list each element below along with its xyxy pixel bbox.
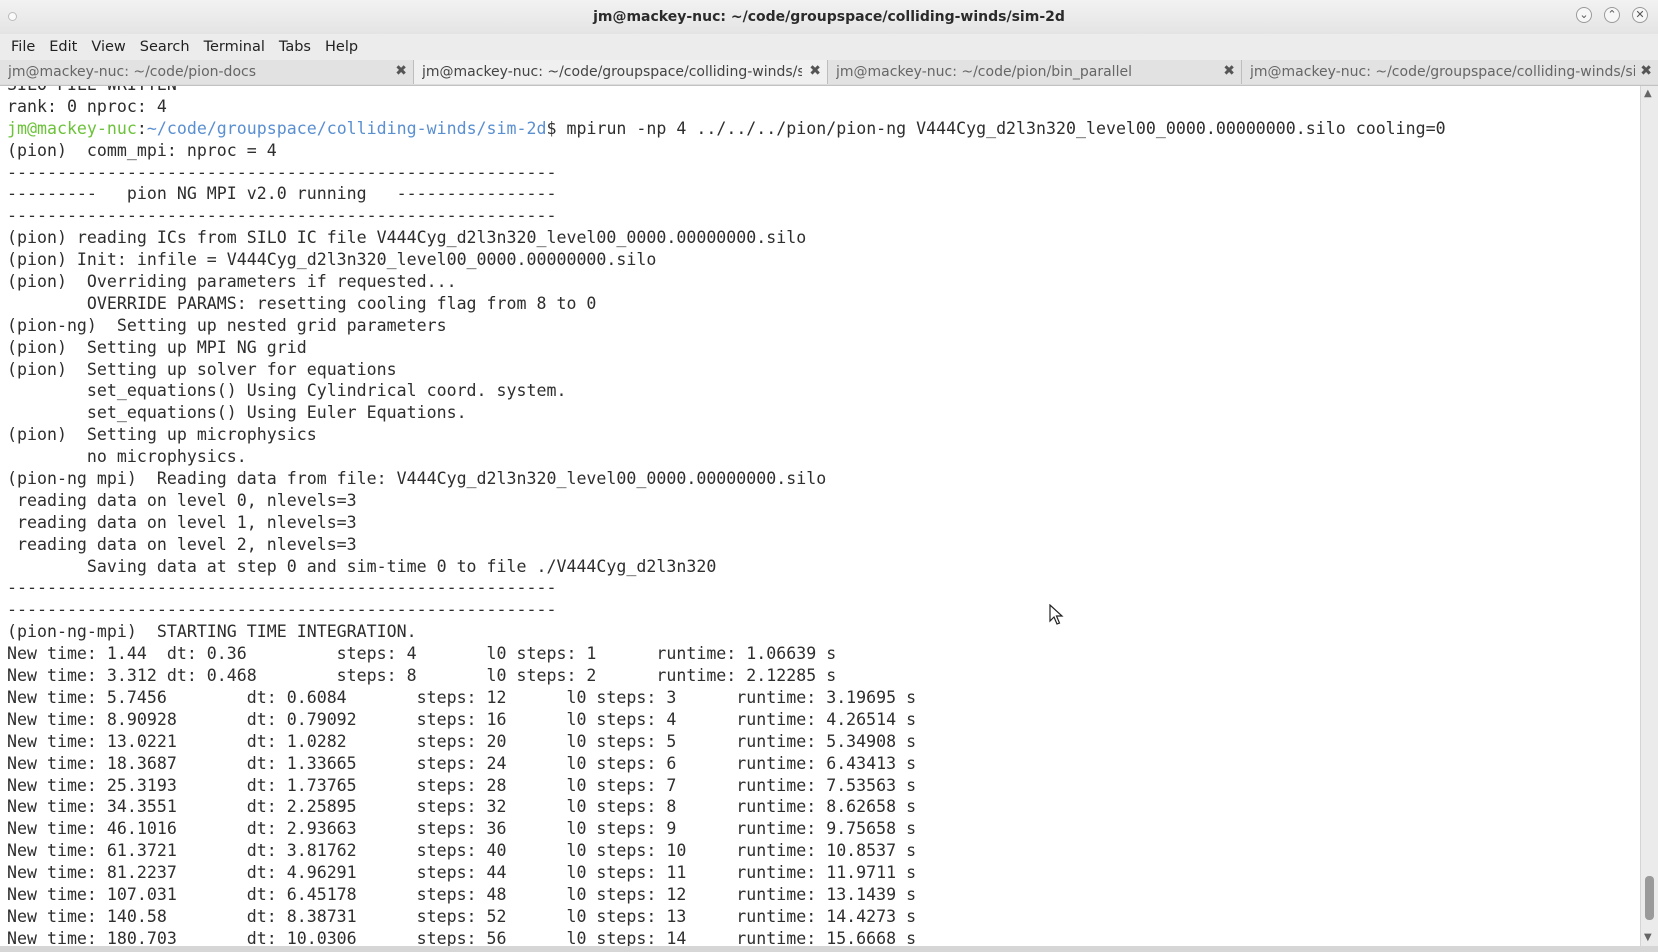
terminal-line: New time: 180.703 dt: 10.0306 steps: 56 … bbox=[7, 928, 917, 946]
prompt-user: jm@mackey-nuc bbox=[7, 118, 137, 138]
terminal-line: New time: 25.3193 dt: 1.73765 steps: 28 … bbox=[7, 775, 917, 795]
minimize-icon[interactable]: ⌄ bbox=[1576, 7, 1592, 23]
tab-label: jm@mackey-nuc: ~/code/pion-docs bbox=[8, 64, 257, 80]
terminal-line: New time: 61.3721 dt: 3.81762 steps: 40 … bbox=[7, 841, 917, 861]
scroll-up-icon[interactable]: ▲ bbox=[1644, 88, 1652, 99]
tab-sim-2d[interactable]: jm@mackey-nuc: ~/code/groupspace/collidi… bbox=[414, 60, 828, 84]
terminal-line: New time: 8.90928 dt: 0.79092 steps: 16 … bbox=[7, 709, 917, 729]
terminal-line: New time: 1.44 dt: 0.36 steps: 4 l0 step… bbox=[7, 644, 837, 664]
terminal-output[interactable]: SILO FILE WRITTENrank: 0 nproc: 4jm@mack… bbox=[0, 86, 1640, 946]
terminal-line: set_equations() Using Cylindrical coord.… bbox=[7, 381, 567, 401]
tab-close-icon[interactable]: ✖ bbox=[1223, 63, 1235, 79]
maximize-icon[interactable]: ⌃ bbox=[1604, 7, 1620, 23]
tab-label: jm@mackey-nuc: ~/code/groupspace/collidi… bbox=[1250, 64, 1635, 80]
terminal-line: (pion-ng mpi) Reading data from file: V4… bbox=[7, 469, 827, 489]
tab-pion-docs[interactable]: jm@mackey-nuc: ~/code/pion-docs ✖ bbox=[0, 60, 414, 84]
terminal-line: New time: 18.3687 dt: 1.33665 steps: 24 … bbox=[7, 753, 917, 773]
tab-colliding-winds[interactable]: jm@mackey-nuc: ~/code/groupspace/collidi… bbox=[1242, 60, 1658, 84]
tab-close-icon[interactable]: ✖ bbox=[1640, 63, 1652, 79]
terminal-line: (pion) Setting up solver for equations bbox=[7, 359, 397, 379]
terminal-line: (pion) Setting up MPI NG grid bbox=[7, 337, 307, 357]
scrollbar-thumb[interactable] bbox=[1645, 876, 1654, 920]
terminal-line: (pion) Init: infile = V444Cyg_d2l3n320_l… bbox=[7, 250, 657, 270]
terminal-line: ----------------------------------------… bbox=[7, 578, 557, 598]
menu-bar: File Edit View Search Terminal Tabs Help bbox=[0, 34, 1658, 60]
prompt-line: jm@mackey-nuc:~/code/groupspace/collidin… bbox=[7, 118, 1446, 138]
menu-terminal[interactable]: Terminal bbox=[198, 34, 271, 60]
terminal-line: ----------------------------------------… bbox=[7, 206, 557, 226]
terminal-text: SILO FILE WRITTENrank: 0 nproc: 4jm@mack… bbox=[7, 86, 1446, 946]
tab-bar: jm@mackey-nuc: ~/code/pion-docs ✖ jm@mac… bbox=[0, 60, 1658, 86]
terminal-line: reading data on level 0, nlevels=3 bbox=[7, 490, 357, 510]
terminal-line: SILO FILE WRITTEN bbox=[7, 86, 1446, 96]
window-title: jm@mackey-nuc: ~/code/groupspace/collidi… bbox=[593, 9, 1065, 25]
terminal-line: no microphysics. bbox=[7, 447, 247, 467]
terminal-scrollbar[interactable]: ▲ ▼ bbox=[1640, 86, 1658, 946]
menu-file[interactable]: File bbox=[5, 34, 41, 60]
terminal-line: (pion-ng-mpi) STARTING TIME INTEGRATION. bbox=[7, 622, 417, 642]
terminal-line: ----------------------------------------… bbox=[7, 600, 557, 620]
terminal-line: New time: 107.031 dt: 6.45178 steps: 48 … bbox=[7, 884, 917, 904]
terminal-line: (pion-ng) Setting up nested grid paramet… bbox=[7, 315, 447, 335]
command-text: $ mpirun -np 4 ../../../pion/pion-ng V44… bbox=[546, 118, 1446, 138]
close-icon[interactable]: ✕ bbox=[1632, 7, 1648, 23]
menu-help[interactable]: Help bbox=[319, 34, 364, 60]
tab-label: jm@mackey-nuc: ~/code/pion/bin_parallel bbox=[836, 64, 1132, 80]
window-titlebar[interactable]: jm@mackey-nuc: ~/code/groupspace/collidi… bbox=[0, 0, 1658, 35]
terminal-line: rank: 0 nproc: 4 bbox=[7, 96, 167, 116]
scroll-down-icon[interactable]: ▼ bbox=[1644, 932, 1652, 943]
terminal-line: --------- pion NG MPI v2.0 running -----… bbox=[7, 184, 557, 204]
terminal-line: set_equations() Using Euler Equations. bbox=[7, 403, 467, 423]
terminal-line: OVERRIDE PARAMS: resetting cooling flag … bbox=[7, 293, 597, 313]
terminal-line: New time: 34.3551 dt: 2.25895 steps: 32 … bbox=[7, 797, 917, 817]
terminal-line: New time: 140.58 dt: 8.38731 steps: 52 l… bbox=[7, 906, 917, 926]
terminal-line: ----------------------------------------… bbox=[7, 162, 557, 182]
terminal-line: reading data on level 2, nlevels=3 bbox=[7, 534, 357, 554]
tab-close-icon[interactable]: ✖ bbox=[395, 63, 407, 79]
terminal-line: (pion) Setting up microphysics bbox=[7, 425, 317, 445]
menu-search[interactable]: Search bbox=[134, 34, 196, 60]
menu-view[interactable]: View bbox=[85, 34, 131, 60]
menu-edit[interactable]: Edit bbox=[43, 34, 83, 60]
prompt-path: ~/code/groupspace/colliding-winds/sim-2d bbox=[146, 118, 547, 138]
terminal-line: (pion) comm_mpi: nproc = 4 bbox=[7, 140, 277, 160]
tab-label: jm@mackey-nuc: ~/code/groupspace/collidi… bbox=[422, 64, 802, 80]
tab-bin-parallel[interactable]: jm@mackey-nuc: ~/code/pion/bin_parallel … bbox=[828, 60, 1242, 84]
terminal-line: (pion) reading ICs from SILO IC file V44… bbox=[7, 228, 807, 248]
terminal-line: New time: 5.7456 dt: 0.6084 steps: 12 l0… bbox=[7, 687, 917, 707]
terminal-line: New time: 13.0221 dt: 1.0282 steps: 20 l… bbox=[7, 731, 917, 751]
terminal-line: New time: 3.312 dt: 0.468 steps: 8 l0 st… bbox=[7, 666, 837, 686]
terminal-line: New time: 81.2237 dt: 4.96291 steps: 44 … bbox=[7, 863, 917, 883]
tab-close-icon[interactable]: ✖ bbox=[809, 63, 821, 79]
menu-tabs[interactable]: Tabs bbox=[273, 34, 317, 60]
mouse-pointer-icon bbox=[1049, 604, 1064, 625]
terminal-line: (pion) Overriding parameters if requeste… bbox=[7, 272, 457, 292]
terminal-line: Saving data at step 0 and sim-time 0 to … bbox=[7, 556, 717, 576]
terminal-line: New time: 46.1016 dt: 2.93663 steps: 36 … bbox=[7, 819, 917, 839]
terminal-line: reading data on level 1, nlevels=3 bbox=[7, 512, 357, 532]
